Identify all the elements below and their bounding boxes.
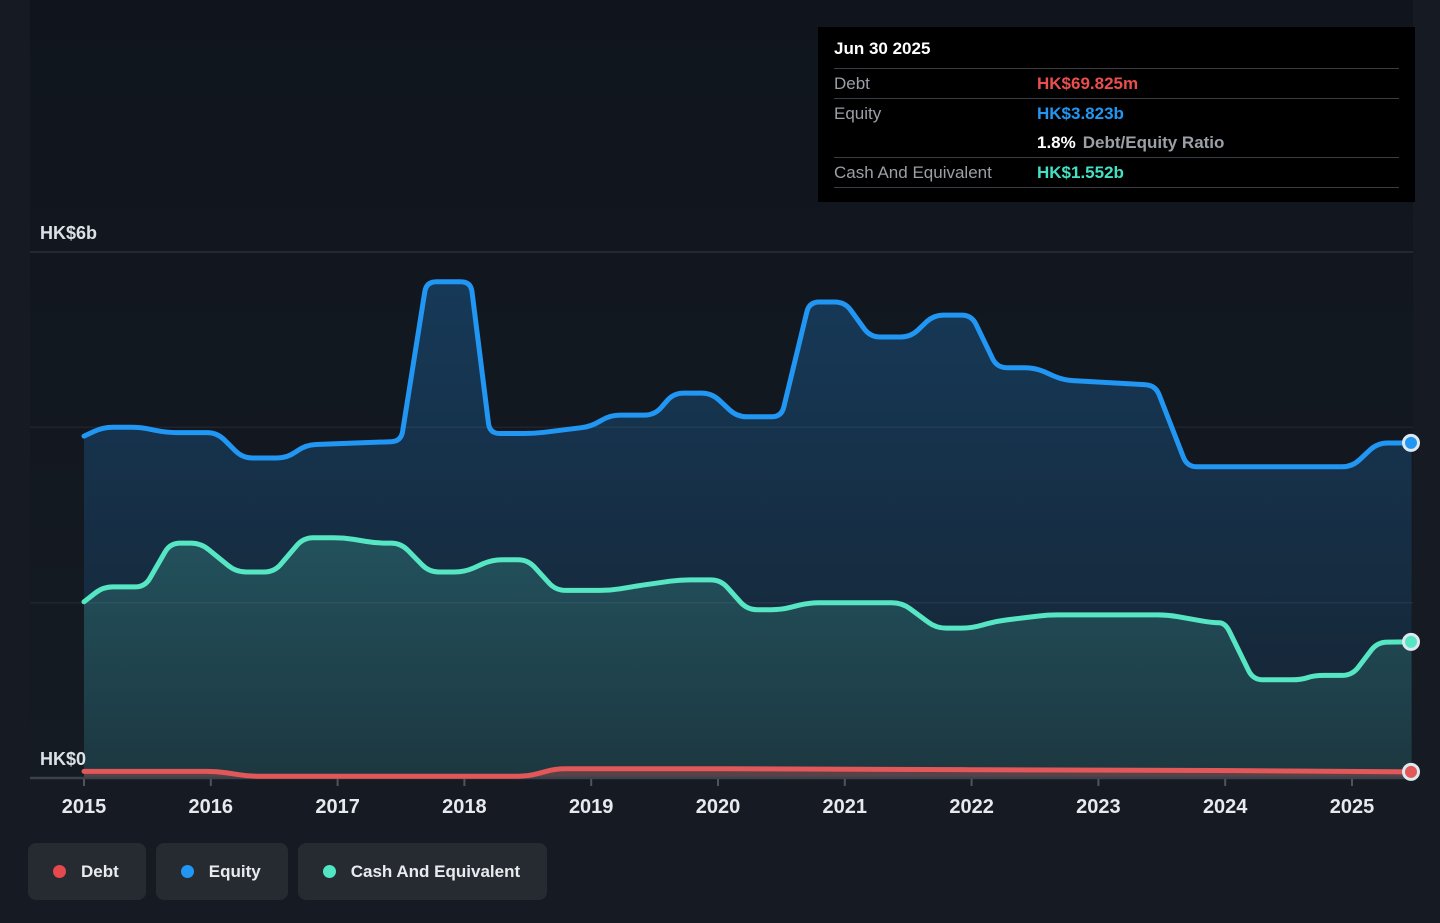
tooltip-row-equity: Equity HK$3.823b — [834, 99, 1399, 128]
x-tick-label-2021: 2021 — [823, 796, 868, 818]
legend-item-cash[interactable]: Cash And Equivalent — [298, 843, 547, 900]
legend-debt-label: Debt — [81, 862, 119, 882]
x-tick-label-2017: 2017 — [315, 796, 360, 818]
legend-equity-label: Equity — [209, 862, 261, 882]
y-axis-label-0b: HK$0 — [40, 749, 86, 769]
x-tick-label-2020: 2020 — [696, 796, 741, 818]
legend-item-equity[interactable]: Equity — [156, 843, 288, 900]
x-tick-label-2023: 2023 — [1076, 796, 1121, 818]
tooltip-cash-value: HK$1.552b — [1037, 163, 1124, 183]
x-tick-label-2015: 2015 — [62, 796, 107, 818]
x-tick-label-2019: 2019 — [569, 796, 614, 818]
x-tick-label-2022: 2022 — [949, 796, 994, 818]
tooltip-row-cash: Cash And Equivalent HK$1.552b — [834, 158, 1399, 188]
tooltip-ratio-percent: 1.8% — [1037, 133, 1076, 153]
tooltip-cash-label: Cash And Equivalent — [834, 163, 1037, 183]
x-tick-label-2024: 2024 — [1203, 796, 1248, 818]
tooltip-row-ratio: 1.8% Debt/Equity Ratio — [834, 128, 1399, 158]
debt-end-marker — [1404, 764, 1419, 779]
cash-dot-icon — [323, 865, 336, 878]
debt-equity-history-page: { "page": { "background": "#161b23" }, "… — [0, 0, 1440, 923]
cash-and-equivalent-end-marker — [1404, 634, 1419, 649]
tooltip-equity-label: Equity — [834, 104, 1037, 124]
debt-dot-icon — [53, 865, 66, 878]
tooltip-equity-value: HK$3.823b — [1037, 104, 1124, 124]
tooltip-debt-label: Debt — [834, 74, 1037, 94]
tooltip-ratio-label: Debt/Equity Ratio — [1083, 133, 1225, 153]
legend-cash-label: Cash And Equivalent — [351, 862, 520, 882]
equity-end-marker — [1404, 435, 1419, 450]
x-tick-label-2025: 2025 — [1330, 796, 1375, 818]
tooltip-debt-value: HK$69.825m — [1037, 74, 1138, 94]
chart-tooltip: Jun 30 2025 Debt HK$69.825m Equity HK$3.… — [818, 27, 1415, 202]
tooltip-date: Jun 30 2025 — [834, 35, 1399, 69]
x-tick-label-2018: 2018 — [442, 796, 487, 818]
x-tick-label-2016: 2016 — [189, 796, 234, 818]
equity-dot-icon — [181, 865, 194, 878]
y-axis-label-6b: HK$6b — [40, 223, 97, 243]
chart-legend: Debt Equity Cash And Equivalent — [28, 843, 547, 900]
tooltip-row-debt: Debt HK$69.825m — [834, 69, 1399, 99]
legend-item-debt[interactable]: Debt — [28, 843, 146, 900]
